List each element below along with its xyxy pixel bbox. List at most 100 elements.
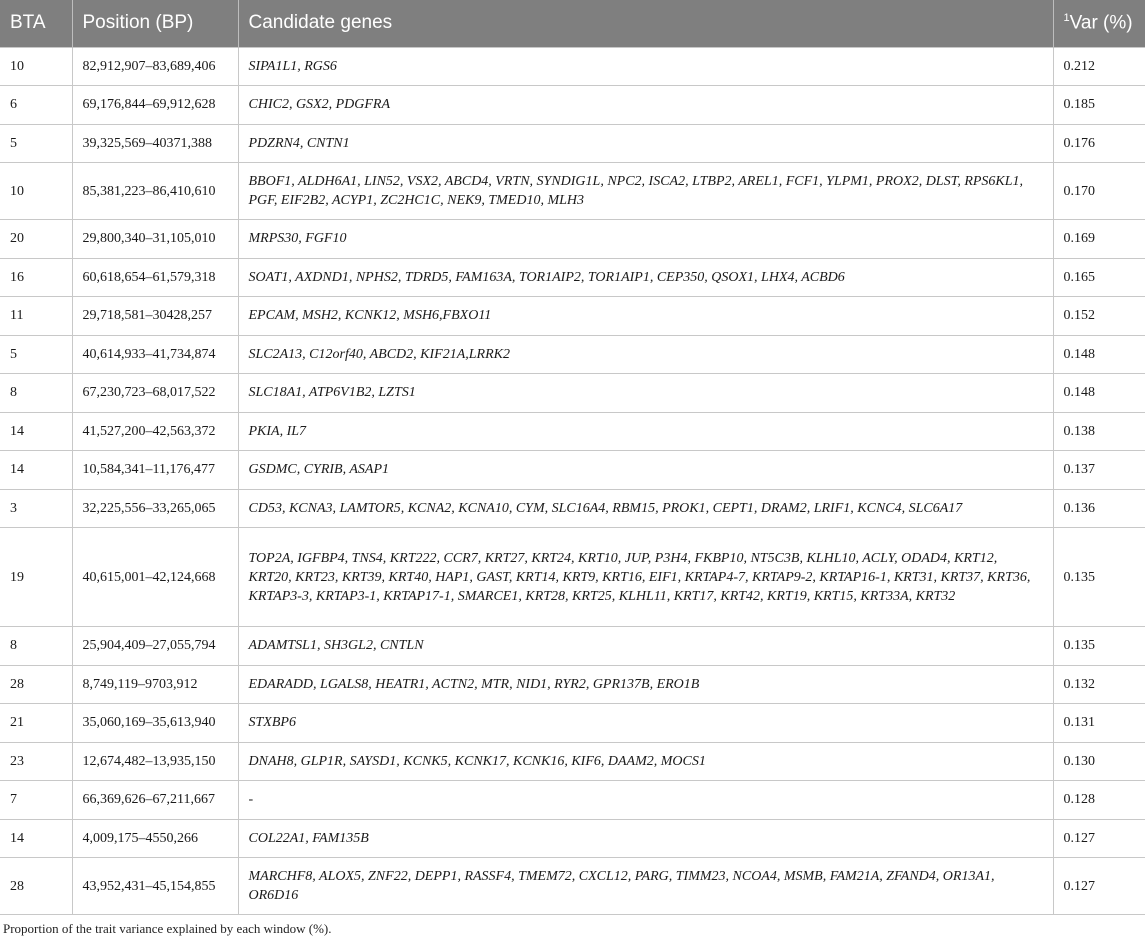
cell-bta: 14 [0,411,73,451]
table-row: 23 12,674,482–13,935,150 DNAH8, GLP1R, SAY… [0,741,1145,781]
cell-bta: 14 [0,450,73,489]
table-body: 10 82,912,907–83,689,406 SIPA1L1, RGS6 0.21… [0,46,1145,915]
cell-bta: 28 [0,664,73,704]
table-row: 20 29,800,340–31,105,010 MRPS30, FGF10 0.16… [0,219,1145,258]
cell-candidate-genes: SIPA1L1, RGS6 [238,46,1054,86]
cell-bta: 20 [0,219,73,258]
candidate-genes-table: BTA Position (BP) Candidate genes 1Var (… [0,0,1145,915]
table-row: 8 25,904,409–27,055,794 ADAMTSL1, SH3GL2, … [0,626,1145,665]
cell-bta: 21 [0,703,73,742]
cell-position: 32,225,556–33,265,065 [72,488,239,528]
cell-candidate-genes: SOAT1, AXDND1, NPHS2, TDRD5, FAM163A, TO… [238,257,1054,297]
cell-var: 0.130 [1053,741,1145,781]
cell-position: 25,904,409–27,055,794 [72,626,239,665]
cell-position: 29,800,340–31,105,010 [72,219,239,258]
table-row: 11 29,718,581–30428,257 EPCAM, MSH2, KCNK1… [0,296,1145,335]
cell-var: 0.165 [1053,257,1145,297]
table-row: 10 82,912,907–83,689,406 SIPA1L1, RGS6 0.21… [0,46,1145,86]
cell-bta: 11 [0,296,73,335]
cell-position: 39,325,569–40371,388 [72,123,239,163]
cell-candidate-genes: EPCAM, MSH2, KCNK12, MSH6,FBXO11 [238,296,1054,335]
cell-candidate-genes: PDZRN4, CNTN1 [238,123,1054,163]
cell-bta: 5 [0,334,73,374]
cell-candidate-genes: GSDMC, CYRIB, ASAP1 [238,450,1054,489]
cell-bta: 16 [0,257,73,297]
cell-var: 0.127 [1053,857,1145,915]
table-row: 14 41,527,200–42,563,372 PKIA, IL7 0.138 [0,411,1145,451]
cell-var: 0.169 [1053,219,1145,258]
header-candidate-genes: Candidate genes [238,0,1054,47]
cell-position: 82,912,907–83,689,406 [72,46,239,86]
cell-var: 0.136 [1053,488,1145,528]
table-row: 28 43,952,431–45,154,855 MARCHF8, ALOX5, Z… [0,857,1145,915]
cell-var: 0.135 [1053,527,1145,627]
cell-bta: 8 [0,373,73,412]
cell-bta: 14 [0,818,73,858]
cell-bta: 7 [0,780,73,819]
cell-candidate-genes: MRPS30, FGF10 [238,219,1054,258]
cell-var: 0.170 [1053,162,1145,220]
table-footnote: Proportion of the trait variance explain… [3,921,332,936]
cell-bta: 6 [0,85,73,124]
cell-position: 35,060,169–35,613,940 [72,703,239,742]
cell-candidate-genes: SLC18A1, ATP6V1B2, LZTS1 [238,373,1054,412]
cell-var: 0.212 [1053,46,1145,86]
cell-candidate-genes: SLC2A13, C12orf40, ABCD2, KIF21A,LRRK2 [238,334,1054,374]
cell-var: 0.176 [1053,123,1145,163]
table-row: 3 32,225,556–33,265,065 CD53, KCNA3, LAMTO… [0,488,1145,528]
cell-position: 4,009,175–4550,266 [72,818,239,858]
cell-var: 0.135 [1053,626,1145,665]
cell-position: 40,614,933–41,734,874 [72,334,239,374]
cell-var: 0.128 [1053,780,1145,819]
cell-var: 0.185 [1053,85,1145,124]
cell-bta: 23 [0,741,73,781]
cell-candidate-genes: CD53, KCNA3, LAMTOR5, KCNA2, KCNA10, CYM… [238,488,1054,528]
cell-var: 0.137 [1053,450,1145,489]
table-row: 16 60,618,654–61,579,318 SOAT1, AXDND1, NP… [0,257,1145,297]
table-row: 21 35,060,169–35,613,940 STXBP6 0.131 [0,703,1145,742]
table-row: 14 4,009,175–4550,266 COL22A1, FAM135B 0.12… [0,818,1145,858]
cell-bta: 10 [0,162,73,220]
cell-candidate-genes: PKIA, IL7 [238,411,1054,451]
table-row: 5 39,325,569–40371,388 PDZRN4, CNTN1 0.176 [0,123,1145,163]
cell-bta: 8 [0,626,73,665]
cell-var: 0.148 [1053,334,1145,374]
cell-candidate-genes: TOP2A, IGFBP4, TNS4, KRT222, CCR7, KRT27… [238,527,1054,627]
cell-candidate-genes: CHIC2, GSX2, PDGFRA [238,85,1054,124]
table-row: 28 8,749,119–9703,912 EDARADD, LGALS8, HEA… [0,664,1145,704]
cell-candidate-genes: STXBP6 [238,703,1054,742]
header-var-label: Var (%) [1069,12,1133,34]
cell-bta: 19 [0,527,73,627]
cell-bta: 5 [0,123,73,163]
header-position: Position (BP) [72,0,239,47]
cell-bta: 28 [0,857,73,915]
cell-position: 12,674,482–13,935,150 [72,741,239,781]
table-row: 10 85,381,223–86,410,610 BBOF1, ALDH6A1, L… [0,162,1145,220]
cell-position: 43,952,431–45,154,855 [72,857,239,915]
cell-var: 0.138 [1053,411,1145,451]
cell-var: 0.131 [1053,703,1145,742]
cell-position: 40,615,001–42,124,668 [72,527,239,627]
cell-candidate-genes: MARCHF8, ALOX5, ZNF22, DEPP1, RASSF4, TM… [238,857,1054,915]
cell-candidate-genes: - [238,780,1054,819]
header-var: 1Var (%) [1053,0,1145,47]
header-bta: BTA [0,0,73,47]
cell-var: 0.152 [1053,296,1145,335]
table-row: 6 69,176,844–69,912,628 CHIC2, GSX2, PDGFR… [0,85,1145,124]
cell-position: 10,584,341–11,176,477 [72,450,239,489]
table-header: BTA Position (BP) Candidate genes 1Var (… [0,0,1145,47]
cell-candidate-genes: EDARADD, LGALS8, HEATR1, ACTN2, MTR, NID… [238,664,1054,704]
cell-bta: 10 [0,46,73,86]
cell-candidate-genes: COL22A1, FAM135B [238,818,1054,858]
cell-position: 60,618,654–61,579,318 [72,257,239,297]
cell-position: 29,718,581–30428,257 [72,296,239,335]
table-row: 5 40,614,933–41,734,874 SLC2A13, C12orf40,… [0,334,1145,374]
cell-position: 41,527,200–42,563,372 [72,411,239,451]
cell-candidate-genes: ADAMTSL1, SH3GL2, CNTLN [238,626,1054,665]
table-row: 19 40,615,001–42,124,668 TOP2A, IGFBP4, TN… [0,527,1145,627]
cell-var: 0.132 [1053,664,1145,704]
cell-position: 8,749,119–9703,912 [72,664,239,704]
table-row: 8 67,230,723–68,017,522 SLC18A1, ATP6V1B2,… [0,373,1145,412]
cell-position: 85,381,223–86,410,610 [72,162,239,220]
cell-position: 66,369,626–67,211,667 [72,780,239,819]
